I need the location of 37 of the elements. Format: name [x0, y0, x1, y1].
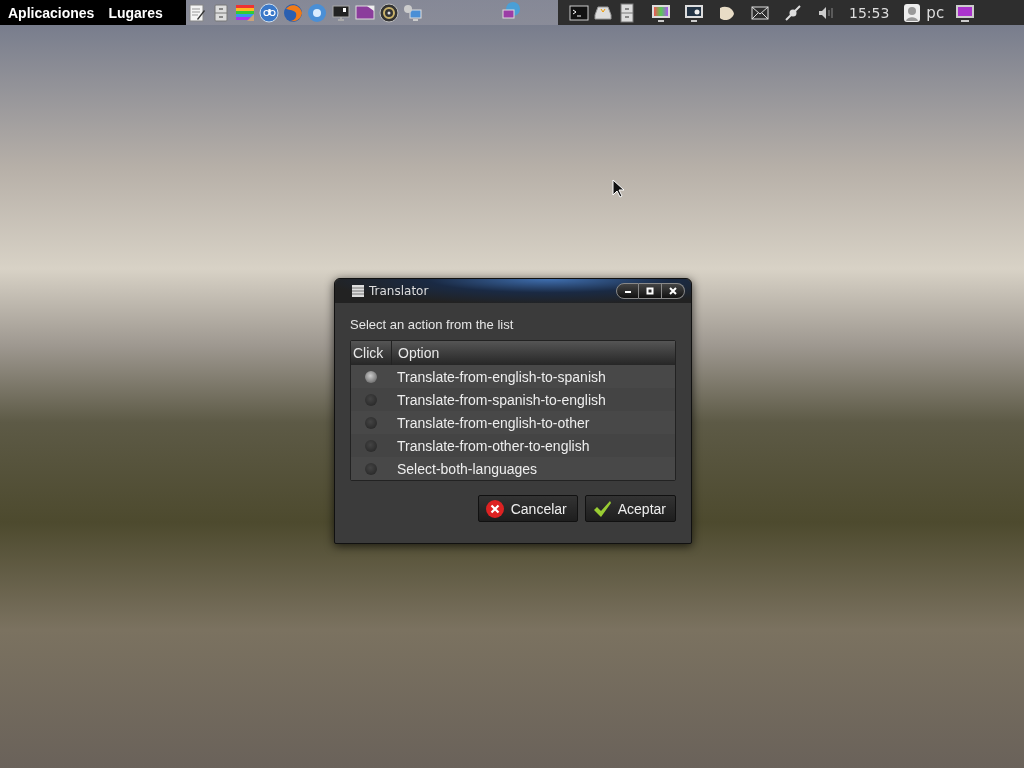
- cancel-button[interactable]: Cancelar: [477, 495, 578, 522]
- color-monitor-icon[interactable]: [651, 2, 671, 23]
- clock[interactable]: 15:53: [849, 4, 890, 21]
- user-silhouette-icon[interactable]: [902, 2, 923, 23]
- network-display-icon[interactable]: [501, 0, 521, 21]
- mouse-pointer-icon: [612, 179, 624, 198]
- prompt-text: Select an action from the list: [350, 317, 515, 332]
- text-editor-icon[interactable]: [187, 2, 207, 23]
- maximize-icon: [646, 287, 654, 295]
- radio-button[interactable]: [365, 393, 377, 406]
- radio-button[interactable]: [365, 370, 377, 383]
- close-icon: [669, 287, 677, 295]
- night-monitor-icon[interactable]: [684, 2, 704, 23]
- option-label[interactable]: Translate-from-spanish-to-english: [397, 391, 606, 408]
- minimize-button[interactable]: [616, 283, 639, 299]
- folded-screen-icon[interactable]: [355, 2, 375, 23]
- radio-button[interactable]: [365, 439, 377, 452]
- color-stripes-icon[interactable]: [235, 2, 255, 23]
- plug-icon[interactable]: [783, 2, 803, 23]
- accept-button[interactable]: Aceptar: [584, 495, 676, 522]
- close-button[interactable]: [662, 283, 685, 299]
- panel-menu[interactable]: Aplicaciones: [1, 4, 102, 21]
- column-header[interactable]: Option: [392, 341, 675, 365]
- desktop-monitor-icon[interactable]: [954, 2, 977, 23]
- terminal-icon[interactable]: [569, 2, 589, 23]
- maximize-button[interactable]: [639, 283, 662, 299]
- close-circle-icon: [484, 498, 505, 519]
- monitor-icon[interactable]: [331, 2, 351, 23]
- user-name[interactable]: pc: [926, 3, 945, 22]
- radio-button[interactable]: [365, 416, 377, 429]
- drawers-icon[interactable]: [617, 2, 637, 23]
- option-label[interactable]: Translate-from-other-to-english: [397, 437, 590, 454]
- panel-menu[interactable]: Lugares: [101, 4, 170, 21]
- speaker-disc-icon[interactable]: [379, 2, 399, 23]
- list-icon: [351, 284, 365, 298]
- radio-button[interactable]: [365, 462, 377, 475]
- window-title: Translator: [369, 284, 430, 298]
